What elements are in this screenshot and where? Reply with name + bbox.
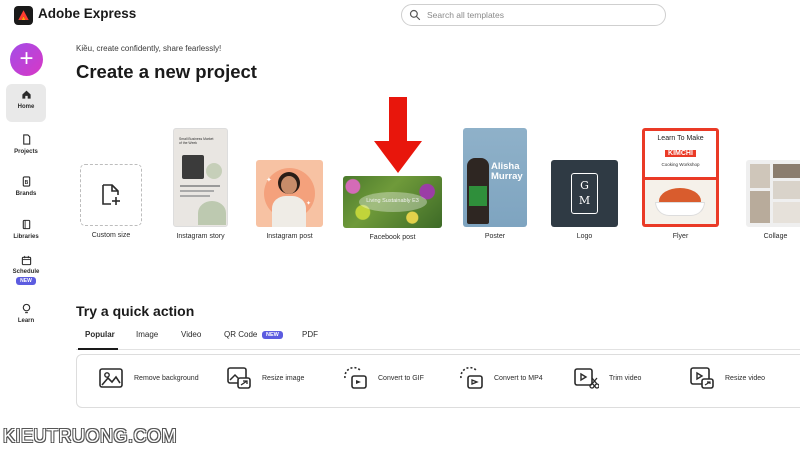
logo-thumb-letter-1: G [580, 179, 589, 193]
app-title[interactable]: Adobe Express [38, 6, 136, 21]
action-trim-video[interactable]: Trim video [573, 366, 641, 390]
template-label: Collage [763, 233, 788, 240]
convert-gif-icon [344, 366, 367, 389]
calendar-icon [21, 255, 31, 266]
story-leaf-decoration [206, 163, 222, 179]
facebook-thumb-text: Living Sustainably E3 [366, 198, 419, 204]
sidebar-item-home[interactable]: Home [6, 84, 46, 122]
plus-icon: + [19, 44, 34, 72]
red-arrow-annotation [374, 97, 422, 173]
flyer-thumbnail[interactable]: Learn To Make KIMCHI Cooking Workshop [642, 128, 719, 227]
tab-qr-code[interactable]: QR Code [224, 330, 257, 339]
instagram-story-thumbnail[interactable]: Small Business Market of the Week [173, 128, 228, 227]
sidebar-item-label: Brands [15, 191, 37, 197]
poster-thumbnail[interactable]: Alisha Murray [463, 128, 527, 227]
sidebar-item-libraries[interactable]: Libraries [6, 214, 46, 252]
resize-image-icon [227, 367, 251, 389]
top-bar: Adobe Express [0, 0, 800, 30]
sidebar-item-label: Learn [17, 318, 35, 324]
new-badge: NEW [262, 331, 283, 339]
collage-thumbnail[interactable] [746, 160, 800, 227]
action-label: Resize video [725, 374, 766, 382]
sidebar-item-label: Projects [14, 149, 38, 155]
poster-thumb-text-2: Murray [491, 170, 523, 182]
flyer-thumb-text-3: Cooking Workshop [661, 162, 700, 167]
template-custom-size[interactable]: Custom size [80, 164, 142, 239]
sidebar-item-projects[interactable]: Projects [6, 129, 46, 167]
action-convert-to-gif[interactable]: Convert to GIF [342, 366, 424, 390]
template-label: Instagram post [266, 233, 313, 240]
new-badge: NEW [16, 277, 36, 285]
create-button[interactable]: + [10, 43, 43, 76]
template-label: Logo [576, 233, 593, 240]
facebook-post-thumbnail[interactable]: Living Sustainably E3 [343, 176, 442, 228]
resize-video-icon [690, 367, 714, 389]
brand-icon: B [22, 176, 30, 187]
quick-action-title: Try a quick action [76, 303, 195, 319]
template-label: Flyer [672, 233, 689, 240]
svg-text:B: B [24, 180, 28, 186]
template-instagram-post[interactable]: ✦ ✦ Instagram post [256, 160, 323, 240]
sidebar: + Home Projects B Brands Libraries Sched… [0, 30, 52, 450]
action-label: Convert to GIF [378, 374, 424, 382]
page-title: Create a new project [76, 61, 257, 82]
sidebar-item-label: Libraries [13, 234, 39, 240]
action-convert-to-mp4[interactable]: Convert to MP4 [458, 366, 543, 390]
sidebar-item-brands[interactable]: B Brands [6, 171, 46, 209]
template-label: Instagram story [176, 233, 225, 240]
home-icon [21, 90, 31, 99]
template-collage[interactable]: Collage [746, 160, 800, 240]
flyer-thumb-text-1: Learn To Make [657, 135, 704, 142]
tab-image[interactable]: Image [136, 330, 158, 339]
action-remove-background[interactable]: Remove background [98, 366, 199, 390]
flyer-thumb-text-2: KIMCHI [665, 150, 696, 157]
template-instagram-story[interactable]: Small Business Market of the Week Instag… [173, 128, 228, 240]
add-file-icon [102, 184, 120, 205]
convert-mp4-icon [460, 366, 483, 389]
logo-thumb-letter-2: M [578, 193, 591, 207]
search-icon [409, 9, 421, 21]
tab-popular[interactable]: Popular [85, 330, 115, 339]
action-label: Remove background [134, 374, 199, 382]
template-label: Poster [484, 233, 506, 240]
trim-video-icon [574, 368, 599, 389]
logo-thumbnail[interactable]: G M [551, 160, 618, 227]
active-tab-indicator [78, 348, 118, 350]
action-resize-video[interactable]: Resize video [689, 366, 765, 390]
template-label: Custom size [91, 232, 131, 239]
library-icon [22, 219, 30, 230]
search-input[interactable] [427, 10, 647, 20]
instagram-post-thumbnail[interactable]: ✦ ✦ [256, 160, 323, 227]
action-resize-image[interactable]: Resize image [226, 366, 304, 390]
template-flyer[interactable]: Learn To Make KIMCHI Cooking Workshop Fl… [642, 128, 719, 240]
story-thumb-text-2: of the Week [179, 141, 198, 146]
remove-background-icon [99, 368, 123, 388]
template-logo[interactable]: G M Logo [551, 160, 618, 240]
site-watermark: KIEUTRUONG.COM [3, 426, 178, 446]
sidebar-item-label: Home [17, 104, 35, 110]
tabs-divider [76, 349, 800, 350]
search-bar[interactable] [401, 4, 666, 26]
action-label: Resize image [262, 374, 305, 382]
template-facebook-post[interactable]: Living Sustainably E3 Facebook post [343, 176, 442, 241]
story-photo [182, 155, 204, 179]
adobe-express-logo-icon[interactable] [14, 6, 33, 25]
greeting-tagline: Kiều, create confidently, share fearless… [76, 44, 222, 53]
action-label: Trim video [609, 374, 642, 382]
document-icon [22, 134, 30, 145]
lightbulb-icon [22, 303, 30, 314]
tab-video[interactable]: Video [181, 330, 201, 339]
action-label: Convert to MP4 [494, 374, 543, 382]
sidebar-item-schedule[interactable]: Schedule NEW [6, 250, 46, 298]
tab-pdf[interactable]: PDF [302, 330, 318, 339]
template-poster[interactable]: Alisha Murray Poster [463, 128, 527, 240]
sidebar-item-learn[interactable]: Learn [6, 298, 46, 336]
custom-size-thumbnail[interactable] [80, 164, 142, 226]
sidebar-item-label: Schedule [12, 269, 40, 275]
template-label: Facebook post [369, 234, 416, 241]
